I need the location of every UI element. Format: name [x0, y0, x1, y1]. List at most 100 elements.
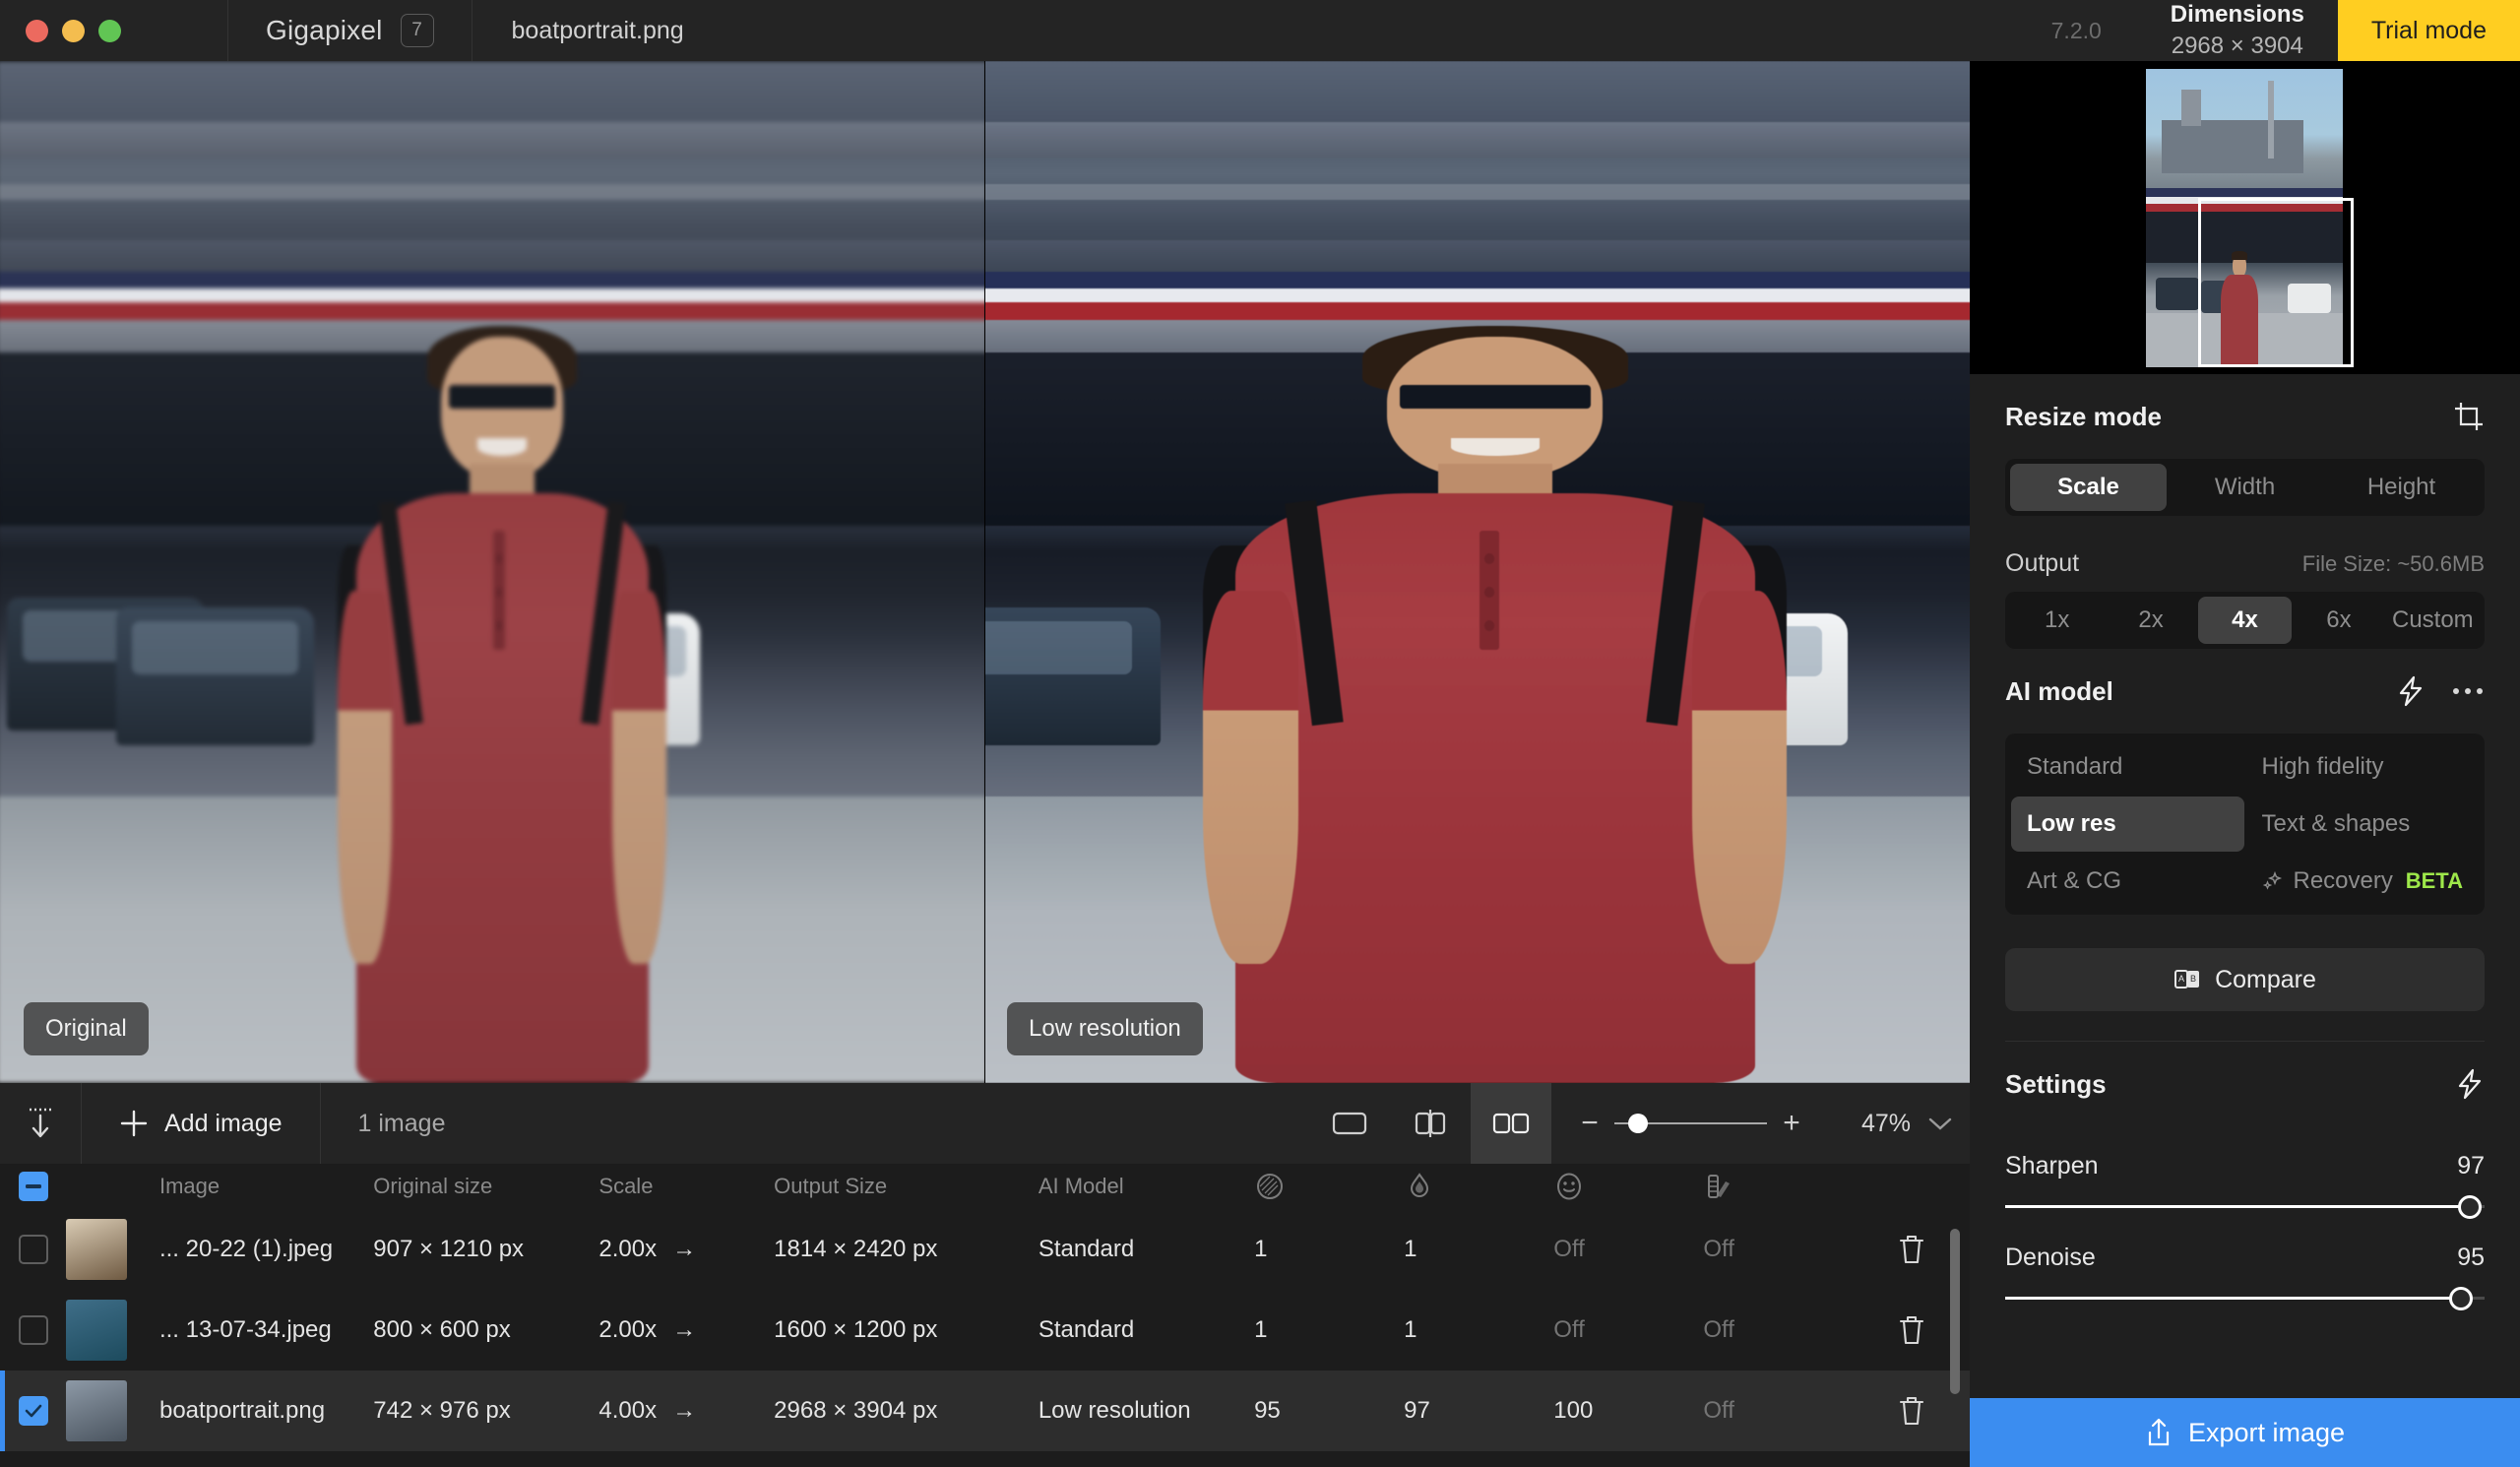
lightning-icon[interactable]	[2396, 675, 2426, 707]
ai-model-options[interactable]: Standard High fidelity Low res Text & sh…	[2005, 734, 2485, 915]
header-output-size[interactable]: Output Size	[774, 1174, 1039, 1199]
add-image-button[interactable]: Add image	[82, 1083, 320, 1164]
row-ai-model[interactable]: Low resolution	[1039, 1397, 1254, 1425]
zoom-controls[interactable]: − +	[1551, 1107, 1820, 1140]
more-options-icon[interactable]	[2451, 686, 2485, 696]
denoise-slider-knob[interactable]	[2449, 1287, 2473, 1310]
resize-mode-height[interactable]: Height	[2323, 464, 2480, 511]
denoise-slider[interactable]	[2005, 1288, 2485, 1309]
zoom-slider[interactable]	[1614, 1113, 1767, 1134]
resize-mode-scale[interactable]: Scale	[2010, 464, 2167, 511]
select-all-checkbox[interactable]	[0, 1172, 66, 1201]
zoom-out-button[interactable]: −	[1573, 1107, 1606, 1140]
image-preview-area[interactable]: Original	[0, 61, 1970, 1083]
row-sharpen[interactable]: 1	[1254, 1236, 1404, 1263]
image-list-table[interactable]: Image Original size Scale Output Size AI…	[0, 1164, 1970, 1467]
single-view-button[interactable]	[1309, 1083, 1390, 1164]
row-face-recovery[interactable]: Off	[1553, 1236, 1703, 1263]
output-scale-custom[interactable]: Custom	[2386, 597, 2480, 644]
minimize-window-button[interactable]	[62, 20, 85, 42]
close-window-button[interactable]	[26, 20, 48, 42]
chevron-down-icon	[1927, 1116, 1953, 1131]
trial-mode-badge[interactable]: Trial mode	[2338, 0, 2520, 61]
side-by-side-view-button[interactable]	[1471, 1083, 1551, 1164]
row-scale[interactable]: 2.00x→	[598, 1316, 774, 1344]
ai-model-section: AI model	[1970, 649, 2520, 1042]
ai-model-standard[interactable]: Standard	[2011, 739, 2244, 795]
row-face-recovery[interactable]: 100	[1553, 1397, 1703, 1425]
ai-model-low-res[interactable]: Low res	[2011, 797, 2244, 852]
resize-mode-section: Resize mode Scale Width Height Output Fi…	[1970, 374, 2520, 649]
checkbox[interactable]	[19, 1315, 48, 1345]
lightning-icon[interactable]	[2455, 1068, 2485, 1100]
crop-icon[interactable]	[2453, 401, 2485, 432]
side-by-side-view-icon	[1492, 1112, 1530, 1135]
zoom-preset-dropdown[interactable]	[1911, 1116, 1970, 1131]
maximize-window-button[interactable]	[98, 20, 121, 42]
sharpen-label: Sharpen	[2005, 1152, 2099, 1180]
image-navigator[interactable]	[1970, 61, 2520, 374]
row-sharpen[interactable]: 95	[1254, 1397, 1404, 1425]
checkbox-indeterminate[interactable]	[19, 1172, 48, 1201]
header-scale[interactable]: Scale	[598, 1174, 774, 1199]
preview-pane-original[interactable]: Original	[0, 61, 984, 1083]
header-face-recovery[interactable]	[1553, 1171, 1703, 1202]
output-scale-4x[interactable]: 4x	[2198, 597, 2292, 644]
sharpen-slider[interactable]	[2005, 1196, 2485, 1218]
table-scrollbar[interactable]	[1950, 1229, 1960, 1394]
file-tab[interactable]: boatportrait.png	[472, 0, 724, 61]
header-color[interactable]	[1703, 1171, 1853, 1202]
row-scale[interactable]: 2.00x→	[598, 1236, 774, 1263]
checkbox[interactable]	[19, 1235, 48, 1264]
row-color[interactable]: Off	[1703, 1236, 1853, 1263]
header-ai-model[interactable]: AI Model	[1039, 1174, 1254, 1199]
row-thumbnail	[66, 1219, 159, 1280]
compare-button[interactable]: A B Compare	[2005, 948, 2485, 1011]
collapse-panel-button[interactable]	[0, 1083, 81, 1164]
row-scale[interactable]: 4.00x→	[598, 1397, 774, 1425]
row-output-size: 1600 × 1200 px	[774, 1316, 1039, 1344]
header-denoise[interactable]	[1404, 1171, 1553, 1202]
zoom-in-button[interactable]: +	[1775, 1107, 1808, 1140]
split-view-button[interactable]	[1390, 1083, 1471, 1164]
output-scale-6x[interactable]: 6x	[2292, 597, 2385, 644]
row-denoise[interactable]: 1	[1404, 1316, 1553, 1344]
row-thumbnail	[66, 1300, 159, 1361]
row-checkbox[interactable]	[0, 1315, 66, 1345]
header-original-size[interactable]: Original size	[373, 1174, 598, 1199]
checkbox[interactable]	[19, 1396, 48, 1426]
ai-model-recovery[interactable]: Recovery BETA	[2246, 854, 2480, 909]
ai-model-high-fidelity[interactable]: High fidelity	[2246, 739, 2480, 795]
output-scale-1x[interactable]: 1x	[2010, 597, 2104, 644]
row-checkbox[interactable]	[0, 1396, 66, 1426]
row-ai-model[interactable]: Standard	[1039, 1236, 1254, 1263]
output-scale-2x[interactable]: 2x	[2104, 597, 2197, 644]
ai-model-art-cg[interactable]: Art & CG	[2011, 854, 2244, 909]
row-sharpen[interactable]: 1	[1254, 1316, 1404, 1344]
resize-mode-width[interactable]: Width	[2167, 464, 2323, 511]
row-color[interactable]: Off	[1703, 1316, 1853, 1344]
table-row[interactable]: ... 13-07-34.jpeg800 × 600 px2.00x→1600 …	[0, 1290, 1970, 1371]
preview-pane-processed[interactable]: Low resolution	[985, 61, 1970, 1083]
row-face-recovery[interactable]: Off	[1553, 1316, 1703, 1344]
add-image-label: Add image	[164, 1110, 283, 1138]
row-ai-model[interactable]: Standard	[1039, 1316, 1254, 1344]
row-checkbox[interactable]	[0, 1235, 66, 1264]
pane-divider-handle[interactable]	[984, 61, 985, 1083]
navigator-viewport-box[interactable]	[2198, 198, 2354, 367]
row-denoise[interactable]: 1	[1404, 1236, 1553, 1263]
denoise-row: Denoise 95	[2005, 1218, 2485, 1272]
table-row[interactable]: ... 20-22 (1).jpeg907 × 1210 px2.00x→181…	[0, 1209, 1970, 1290]
resize-mode-segmented-control[interactable]: Scale Width Height	[2005, 459, 2485, 516]
row-color[interactable]: Off	[1703, 1397, 1853, 1425]
output-scale-segmented-control[interactable]: 1x 2x 4x 6x Custom	[2005, 592, 2485, 649]
row-denoise[interactable]: 97	[1404, 1397, 1553, 1425]
header-image[interactable]: Image	[159, 1174, 373, 1199]
sharpen-slider-knob[interactable]	[2458, 1195, 2482, 1219]
header-sharpen[interactable]	[1254, 1171, 1404, 1202]
zoom-slider-knob[interactable]	[1628, 1114, 1648, 1133]
table-row[interactable]: boatportrait.png742 × 976 px4.00x→2968 ×…	[0, 1371, 1970, 1451]
export-image-button[interactable]: Export image	[1970, 1398, 2520, 1467]
row-delete-button[interactable]	[1853, 1394, 1970, 1428]
ai-model-text-shapes[interactable]: Text & shapes	[2246, 797, 2480, 852]
